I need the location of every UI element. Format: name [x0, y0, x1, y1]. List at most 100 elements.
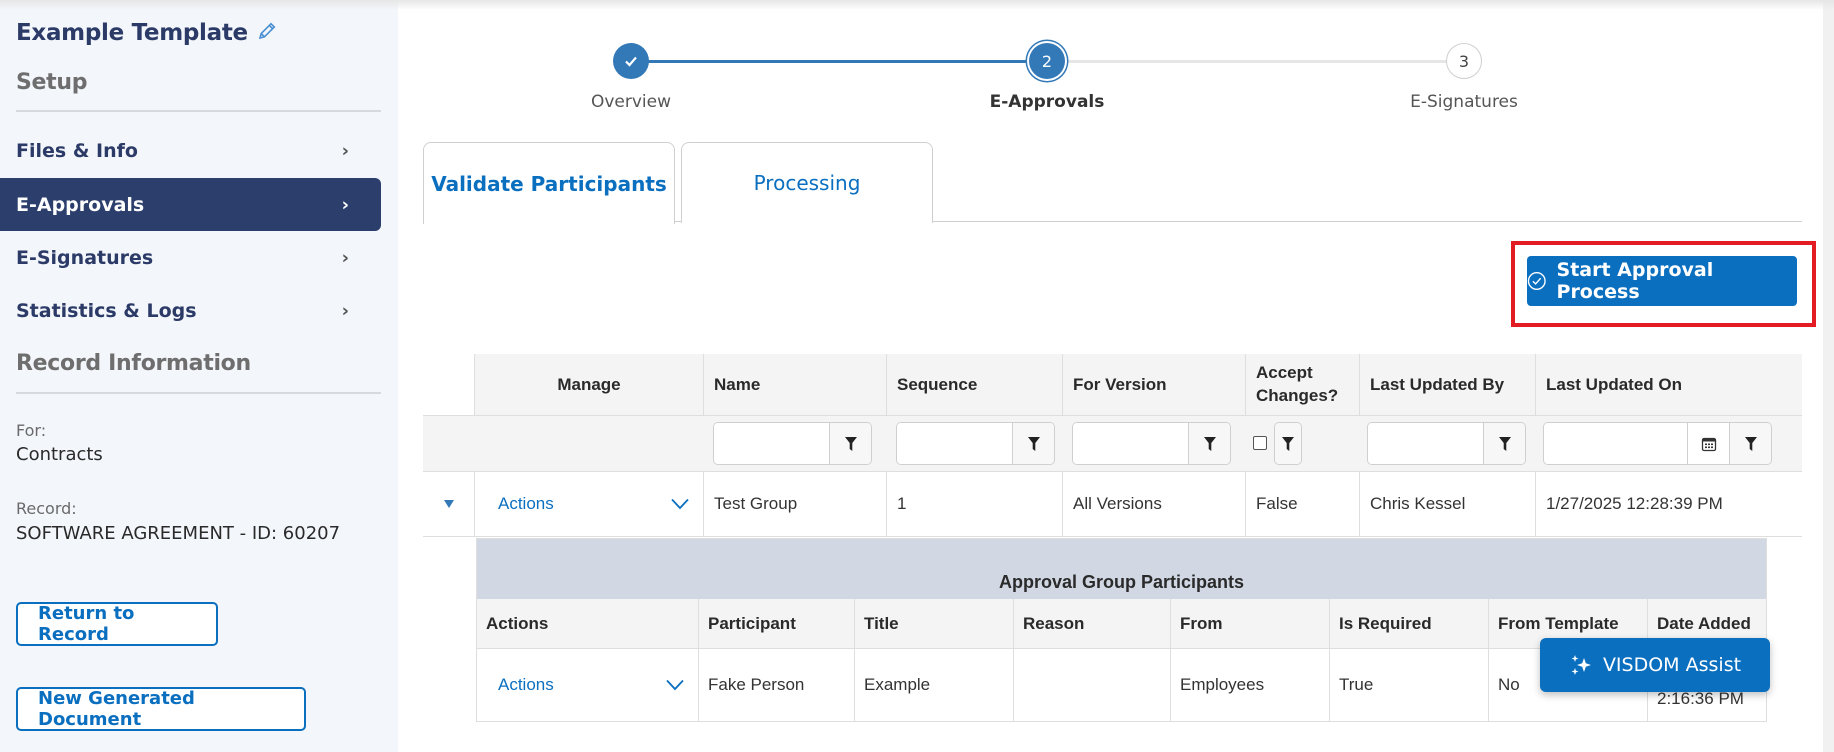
step-1-label: Overview [590, 92, 672, 112]
actions-dropdown[interactable]: Actions [498, 494, 554, 514]
tab-validate-participants[interactable]: Validate Participants [423, 142, 675, 224]
step-2-circle[interactable]: 2 [1029, 43, 1065, 79]
sub-header-participant[interactable]: Participant [698, 599, 854, 648]
accept-changes-checkbox[interactable] [1253, 436, 1267, 450]
return-to-record-button[interactable]: Return to Record [16, 602, 218, 646]
grid-filter-row [423, 415, 1802, 472]
sequence-filter-input[interactable] [897, 423, 1012, 464]
pencil-icon[interactable] [256, 20, 278, 48]
sidebar: Example Template Setup Files & Info › E-… [0, 0, 398, 752]
filter-icon[interactable] [1012, 423, 1054, 464]
name-filter-input[interactable] [714, 423, 829, 464]
grid-header-row: Manage Name Sequence For Version Accept … [423, 354, 1802, 415]
sub-header-from[interactable]: From [1170, 599, 1329, 648]
header-manage[interactable]: Manage [474, 354, 703, 415]
new-generated-document-button[interactable]: New Generated Document [16, 687, 306, 731]
sequence-cell: 1 [886, 472, 1062, 536]
template-title-text: Example Template [16, 20, 248, 46]
header-for-version[interactable]: For Version [1062, 354, 1245, 415]
sidebar-item-label: Files & Info [16, 139, 138, 162]
setup-heading: Setup [16, 70, 88, 95]
for-version-cell: All Versions [1062, 472, 1245, 536]
chevron-down-icon[interactable] [666, 679, 684, 691]
chevron-down-icon[interactable] [671, 498, 689, 510]
chevron-right-icon: › [341, 300, 349, 321]
sidebar-item-e-signatures[interactable]: E-Signatures › [0, 231, 381, 284]
from-cell: Employees [1170, 649, 1329, 721]
participant-actions-dropdown[interactable]: Actions [498, 675, 554, 695]
visdom-assist-label: VISDOM Assist [1602, 654, 1742, 676]
sub-header-title[interactable]: Title [854, 599, 1013, 648]
header-sequence[interactable]: Sequence [886, 354, 1062, 415]
sparkle-icon [1571, 655, 1591, 675]
step-3-label: E-Signatures [1410, 92, 1518, 112]
step-connector-pending [1047, 60, 1464, 63]
caret-down-icon [443, 500, 454, 508]
step-2-label: E-Approvals [989, 92, 1105, 112]
manage-cell: Actions [474, 472, 703, 536]
sequence-filter [896, 422, 1055, 465]
step-connector-complete [631, 60, 1047, 63]
for-version-filter [1072, 422, 1231, 465]
name-filter [713, 422, 872, 465]
sidebar-item-label: E-Signatures [16, 246, 154, 269]
filter-icon[interactable] [1729, 423, 1771, 464]
sidebar-item-e-approvals[interactable]: E-Approvals › [0, 178, 381, 231]
scrollbar[interactable] [1823, 0, 1834, 752]
subgrid-title: Approval Group Participants [477, 539, 1766, 599]
filter-icon[interactable] [1275, 423, 1301, 464]
template-title: Example Template [16, 20, 278, 48]
sub-header-is-required[interactable]: Is Required [1329, 599, 1488, 648]
header-accept-changes[interactable]: Accept Changes? [1245, 354, 1359, 415]
record-divider [16, 392, 381, 394]
participant-cell: Fake Person [698, 649, 854, 721]
sub-actions-cell: Actions [477, 649, 698, 721]
step-1-circle[interactable] [613, 43, 649, 79]
sidebar-item-files-info[interactable]: Files & Info › [0, 124, 381, 177]
sidebar-item-label: Statistics & Logs [16, 299, 197, 322]
last-updated-by-filter [1367, 422, 1526, 465]
chevron-right-icon: › [341, 194, 349, 215]
record-label: Record: [16, 499, 77, 518]
last-updated-by-filter-input[interactable] [1368, 423, 1483, 464]
last-updated-on-filter [1543, 422, 1772, 465]
is-required-cell: True [1329, 649, 1488, 721]
header-name[interactable]: Name [703, 354, 886, 415]
chevron-right-icon: › [341, 247, 349, 268]
start-approval-label: Start Approval Process [1556, 259, 1714, 303]
last-updated-by-cell: Chris Kessel [1359, 472, 1535, 536]
sidebar-item-label: E-Approvals [16, 193, 145, 216]
sub-header-actions[interactable]: Actions [477, 599, 698, 648]
title-cell: Example [854, 649, 1013, 721]
setup-divider [16, 110, 381, 112]
header-expand [423, 354, 474, 415]
header-last-updated-by[interactable]: Last Updated By [1359, 354, 1535, 415]
for-value: Contracts [16, 444, 103, 465]
for-version-filter-input[interactable] [1073, 423, 1188, 464]
step-3-circle[interactable]: 3 [1446, 43, 1482, 79]
header-last-updated-on[interactable]: Last Updated On [1535, 354, 1802, 415]
record-value: SOFTWARE AGREEMENT - ID: 60207 [16, 523, 341, 544]
tab-processing[interactable]: Processing [681, 142, 933, 223]
accept-changes-filter [1274, 422, 1302, 465]
expand-row-toggle[interactable] [423, 472, 474, 536]
filter-icon[interactable] [1483, 423, 1525, 464]
check-circle-icon [1527, 272, 1546, 290]
sidebar-item-statistics-logs[interactable]: Statistics & Logs › [0, 284, 381, 337]
check-icon [625, 56, 637, 67]
start-approval-process-button[interactable]: Start Approval Process [1527, 256, 1797, 306]
approval-group-participants-grid: Approval Group Participants Actions Part… [476, 538, 1767, 722]
visdom-assist-button[interactable]: VISDOM Assist [1540, 638, 1770, 692]
sub-header-reason[interactable]: Reason [1013, 599, 1170, 648]
last-updated-on-cell: 1/27/2025 12:28:39 PM [1535, 472, 1802, 536]
record-information-heading: Record Information [16, 351, 251, 376]
chevron-right-icon: › [341, 140, 349, 161]
filter-icon[interactable] [829, 423, 871, 464]
accept-changes-cell: False [1245, 472, 1359, 536]
last-updated-on-filter-input[interactable] [1544, 423, 1687, 464]
filter-icon[interactable] [1188, 423, 1230, 464]
for-label: For: [16, 421, 47, 440]
calendar-icon[interactable] [1687, 423, 1729, 464]
table-row: Actions Test Group 1 All Versions False … [423, 472, 1802, 537]
reason-cell [1013, 649, 1170, 721]
